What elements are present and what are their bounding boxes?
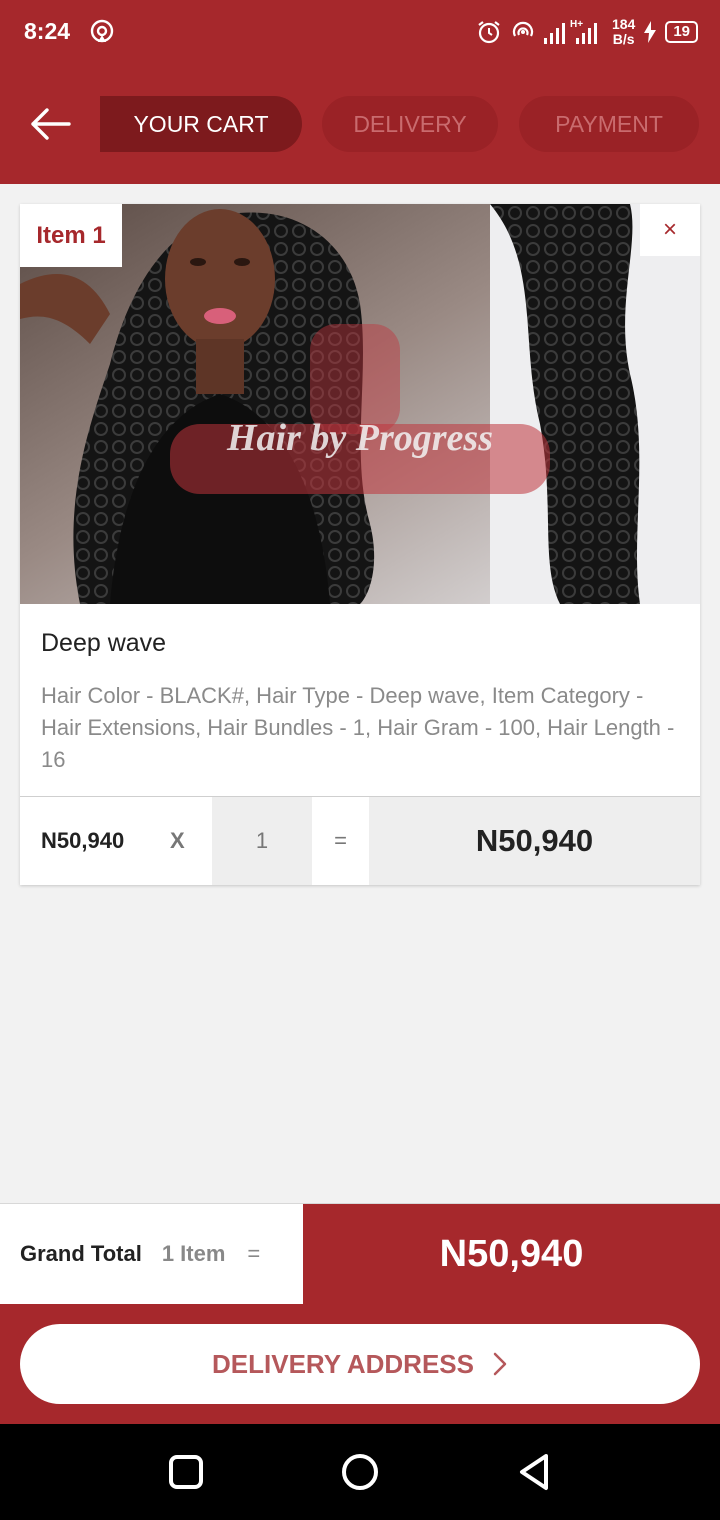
item-count: 1 Item [161,1241,226,1266]
step-your-cart[interactable]: YOUR CART [100,96,302,152]
svg-text:H+: H+ [570,19,583,30]
network-speed: 184 B/s [611,16,636,47]
step-payment[interactable]: PAYMENT [519,96,699,152]
back-nav-icon[interactable] [514,1452,554,1492]
quantity-field[interactable]: 1 [212,797,312,885]
delivery-address-button[interactable]: DELIVERY ADDRESS [20,1324,700,1404]
grand-total-bar: Grand Total 1 Item = N50,940 [0,1203,720,1304]
product-name: Deep wave [41,629,167,657]
grand-total-amount: N50,940 [303,1204,720,1304]
charging-icon [644,21,657,43]
unit-price: N50,940 [41,828,125,853]
grand-total-label: Grand Total [20,1241,142,1266]
status-bar: 8:24 H+ 184 B/s 19 [0,0,720,64]
alarm-icon [478,21,500,44]
product-image: Hair by Progress [20,204,700,604]
watermark-text: Hair by Progress [226,417,493,459]
product-description: Hair Color - BLACK#, Hair Type - Deep wa… [41,683,675,772]
item-tag: Item 1 [20,204,122,267]
recents-icon[interactable] [166,1452,206,1492]
step-delivery[interactable]: DELIVERY [322,96,498,152]
remove-item-button[interactable]: × [640,204,700,256]
battery-level: 19 [665,21,698,43]
back-button[interactable] [24,100,76,148]
hotspot-small-icon [512,21,534,37]
cart-item-card: Hair by Progress Item 1 × Deep wave Hair… [20,204,700,885]
price-row: N50,940 X 1 = N50,940 [20,797,700,885]
checkout-header: YOUR CART DELIVERY PAYMENT [0,64,720,184]
footer: DELIVERY ADDRESS [0,1304,720,1424]
system-nav-bar [0,1424,720,1520]
close-icon: × [662,216,677,243]
back-arrow-icon [31,108,71,140]
equals-sign: = [334,828,347,853]
grand-total-label-area: Grand Total 1 Item = [0,1204,303,1304]
hotspot-icon [90,19,114,43]
line-total: N50,940 [369,797,700,885]
delivery-address-label: DELIVERY ADDRESS [212,1348,474,1379]
equals-sign: = [247,1241,261,1266]
home-icon[interactable] [340,1452,380,1492]
signal-icon: H+ [543,19,597,44]
status-time: 8:24 [24,18,71,44]
chevron-right-icon [493,1352,507,1376]
multiply-sign: X [170,828,185,853]
